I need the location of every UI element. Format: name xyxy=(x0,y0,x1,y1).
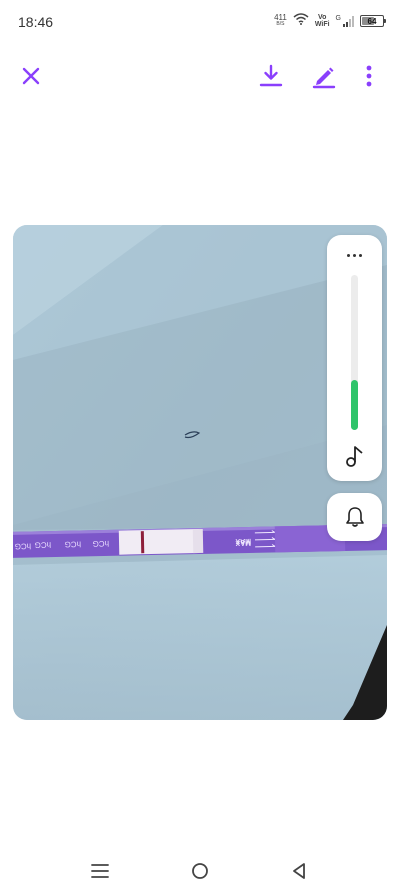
close-icon xyxy=(22,67,40,85)
vowifi-indicator: Vo WiFi xyxy=(315,14,330,28)
volume-level xyxy=(351,380,358,430)
strip-label-4: hCG xyxy=(93,539,110,548)
wifi-icon xyxy=(293,12,309,30)
back-button[interactable] xyxy=(284,856,314,886)
more-horiz-icon[interactable] xyxy=(327,245,382,265)
status-icons: 411 B/S Vo WiFi G 64 xyxy=(274,12,386,30)
battery-icon: 64 xyxy=(360,15,386,27)
network-speed-value: 411 xyxy=(274,13,287,22)
bell-icon xyxy=(345,507,364,527)
close-button[interactable] xyxy=(15,60,47,92)
recent-apps-button[interactable] xyxy=(85,856,115,886)
edit-button[interactable] xyxy=(308,60,340,92)
network-speed: 411 B/S xyxy=(274,14,287,28)
vowifi-top: Vo xyxy=(317,14,327,21)
music-note-icon xyxy=(346,446,363,467)
viewer-toolbar xyxy=(0,56,400,96)
download-button[interactable] xyxy=(255,60,287,92)
strip-label-1: hCG xyxy=(15,542,32,551)
home-circle-icon xyxy=(192,863,208,879)
network-type: G xyxy=(335,15,341,22)
more-options-button[interactable] xyxy=(353,60,385,92)
system-nav-bar xyxy=(0,840,400,896)
volume-slider[interactable] xyxy=(351,275,358,430)
status-time: 18:46 xyxy=(18,14,54,30)
strip-label-2: hCG xyxy=(35,540,52,549)
battery-level: 64 xyxy=(367,16,377,26)
back-triangle-icon xyxy=(293,863,305,879)
volume-panel xyxy=(327,235,382,481)
network-speed-unit: B/S xyxy=(276,21,285,27)
strip-max-label-2: MAX xyxy=(235,537,251,544)
vowifi-bottom: WiFi xyxy=(314,21,330,28)
status-bar: 18:46 411 B/S Vo WiFi G 64 xyxy=(0,0,400,44)
more-vert-icon xyxy=(366,65,372,87)
menu-icon xyxy=(91,864,109,878)
ring-mode-button[interactable] xyxy=(327,493,382,541)
media-volume-button[interactable] xyxy=(341,442,369,470)
edit-icon xyxy=(312,67,336,89)
strip-label-3: hCG xyxy=(65,539,82,548)
signal-icon: G xyxy=(336,15,354,27)
home-button[interactable] xyxy=(185,856,215,886)
download-icon xyxy=(259,64,283,87)
